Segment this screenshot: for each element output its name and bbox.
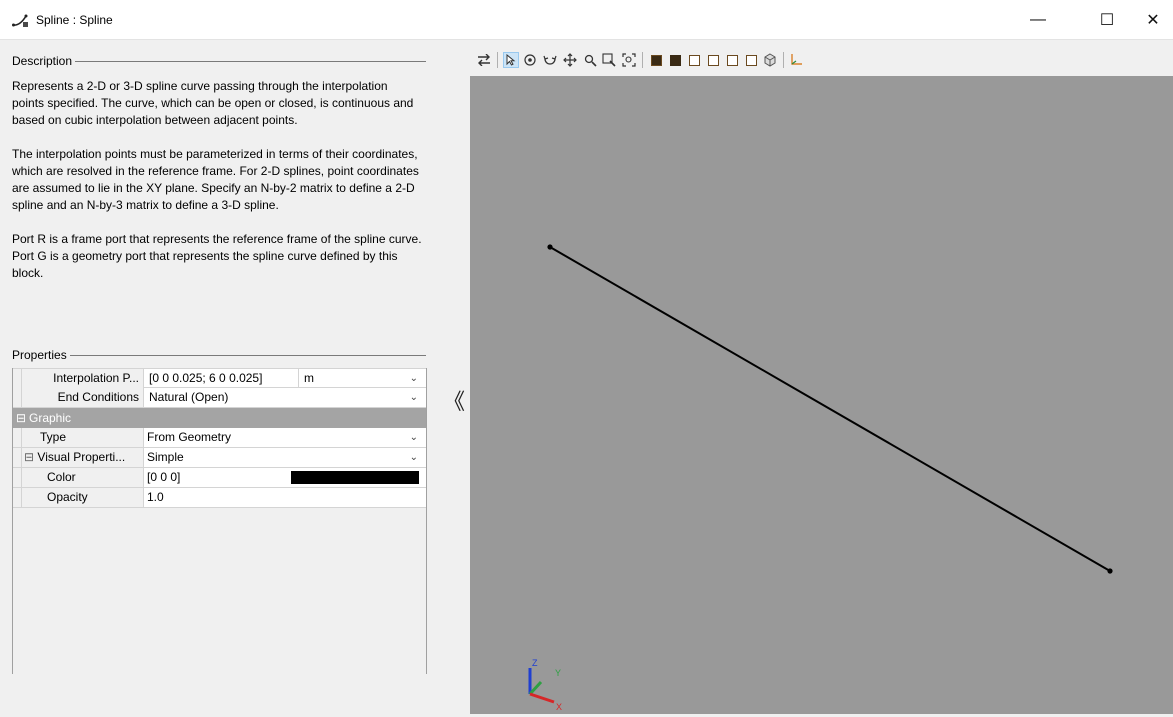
property-label: Color bbox=[22, 468, 144, 487]
view-iso-icon[interactable] bbox=[762, 52, 778, 68]
collapse-panel-button[interactable]: 《 bbox=[443, 384, 465, 416]
spline-app-icon bbox=[12, 14, 28, 27]
property-row-color[interactable]: Color [0 0 0] bbox=[13, 468, 426, 488]
axes-toggle-icon[interactable] bbox=[788, 52, 804, 68]
select-icon[interactable] bbox=[503, 52, 519, 68]
property-label-text: Visual Properti... bbox=[37, 450, 126, 464]
property-row-type[interactable]: Type From Geometry ⌄ bbox=[13, 428, 426, 448]
viewer-toolbar bbox=[470, 40, 1173, 76]
roll-icon[interactable] bbox=[542, 52, 558, 68]
spline-end-point bbox=[1107, 568, 1113, 574]
description-paragraph: Port R is a frame port that represents t… bbox=[12, 232, 422, 280]
row-gutter bbox=[13, 448, 22, 467]
minimize-button[interactable]: — bbox=[1015, 0, 1061, 40]
pan-icon[interactable] bbox=[562, 52, 578, 68]
collapse-toggle-icon[interactable]: ⊟ bbox=[16, 408, 26, 428]
row-gutter bbox=[13, 388, 22, 407]
window-title: Spline : Spline bbox=[36, 13, 113, 27]
property-row-end-conditions[interactable]: End Conditions Natural (Open) ⌄ bbox=[13, 388, 426, 408]
property-label: ⊟ Visual Properti... bbox=[22, 448, 144, 467]
divider-line bbox=[75, 60, 426, 62]
property-label: Opacity bbox=[22, 488, 144, 507]
rotate-icon[interactable] bbox=[522, 52, 538, 68]
row-gutter bbox=[13, 488, 22, 507]
color-swatch[interactable] bbox=[291, 471, 419, 484]
view-left-icon[interactable] bbox=[686, 52, 702, 68]
zoom-box-icon[interactable] bbox=[601, 52, 617, 68]
view-top-icon[interactable] bbox=[724, 52, 740, 68]
color-field[interactable]: [0 0 0] bbox=[147, 468, 287, 487]
title-bar: Spline : Spline — ☐ ✕ bbox=[0, 0, 1173, 40]
close-button[interactable]: ✕ bbox=[1130, 0, 1173, 40]
description-paragraph: Represents a 2-D or 3-D spline curve pas… bbox=[12, 79, 414, 127]
row-gutter bbox=[13, 468, 22, 487]
chevron-down-icon[interactable]: ⌄ bbox=[410, 373, 418, 384]
view-back-icon[interactable] bbox=[667, 52, 683, 68]
view-right-icon[interactable] bbox=[705, 52, 721, 68]
maximize-button[interactable]: ☐ bbox=[1084, 0, 1130, 40]
end-conditions-select[interactable]: Natural (Open) bbox=[149, 388, 399, 407]
viewport-canvas: Z Y X bbox=[528, 244, 1113, 712]
triad-y-label: Y bbox=[555, 668, 561, 678]
toolbar-separator bbox=[783, 52, 784, 68]
close-icon: ✕ bbox=[1146, 12, 1160, 29]
swap-icon[interactable] bbox=[476, 52, 492, 68]
description-text: Represents a 2-D or 3-D spline curve pas… bbox=[12, 78, 422, 299]
property-row-opacity[interactable]: Opacity 1.0 bbox=[13, 488, 426, 508]
maximize-icon: ☐ bbox=[1099, 12, 1115, 29]
opacity-field[interactable]: 1.0 bbox=[147, 488, 397, 507]
unit-select[interactable]: m bbox=[304, 369, 404, 388]
chevron-down-icon[interactable]: ⌄ bbox=[410, 432, 418, 443]
row-gutter bbox=[13, 428, 22, 447]
minimize-icon: — bbox=[1030, 11, 1046, 28]
group-label: Graphic bbox=[29, 411, 72, 425]
view-front-icon[interactable] bbox=[648, 52, 664, 68]
properties-header: Properties bbox=[12, 348, 426, 362]
fit-icon[interactable] bbox=[621, 52, 637, 68]
properties-empty-area bbox=[13, 508, 426, 674]
collapse-toggle-icon[interactable]: ⊟ bbox=[24, 450, 34, 464]
panel-splitter[interactable] bbox=[439, 40, 470, 714]
axis-triad-icon: Z Y X bbox=[528, 658, 562, 712]
zoom-icon[interactable] bbox=[582, 52, 598, 68]
property-row-interpolation-points[interactable]: Interpolation P... [0 0 0.025; 6 0 0.025… bbox=[13, 368, 426, 388]
view-bottom-icon[interactable] bbox=[743, 52, 759, 68]
toolbar-separator bbox=[497, 52, 498, 68]
visual-properties-select[interactable]: Simple bbox=[147, 448, 397, 467]
left-panel: Description Represents a 2-D or 3-D spli… bbox=[0, 40, 439, 714]
property-label: Type bbox=[22, 428, 144, 447]
toolbar-separator bbox=[642, 52, 643, 68]
properties-grid: Interpolation P... [0 0 0.025; 6 0 0.025… bbox=[12, 368, 427, 674]
graphic-group-header[interactable]: ⊟ Graphic bbox=[13, 408, 426, 428]
3d-viewport[interactable]: Z Y X bbox=[470, 76, 1173, 714]
row-gutter bbox=[13, 369, 22, 388]
property-label: End Conditions bbox=[22, 388, 144, 407]
description-header-label: Description bbox=[12, 54, 73, 68]
interpolation-points-field[interactable]: [0 0 0.025; 6 0 0.025] bbox=[147, 369, 299, 388]
divider-line bbox=[69, 354, 426, 356]
spline-start-point bbox=[547, 244, 553, 250]
description-paragraph: The interpolation points must be paramet… bbox=[12, 147, 419, 212]
property-row-visual-properties[interactable]: ⊟ Visual Properti... Simple ⌄ bbox=[13, 448, 426, 468]
triad-z-label: Z bbox=[532, 658, 538, 668]
type-select[interactable]: From Geometry bbox=[147, 428, 397, 447]
triad-x-label: X bbox=[556, 702, 562, 712]
property-label: Interpolation P... bbox=[22, 369, 144, 388]
chevron-down-icon[interactable]: ⌄ bbox=[410, 392, 418, 403]
chevron-down-icon[interactable]: ⌄ bbox=[410, 452, 418, 463]
spline-curve bbox=[549, 246, 1111, 572]
properties-header-label: Properties bbox=[12, 348, 67, 362]
description-header: Description bbox=[12, 54, 426, 68]
